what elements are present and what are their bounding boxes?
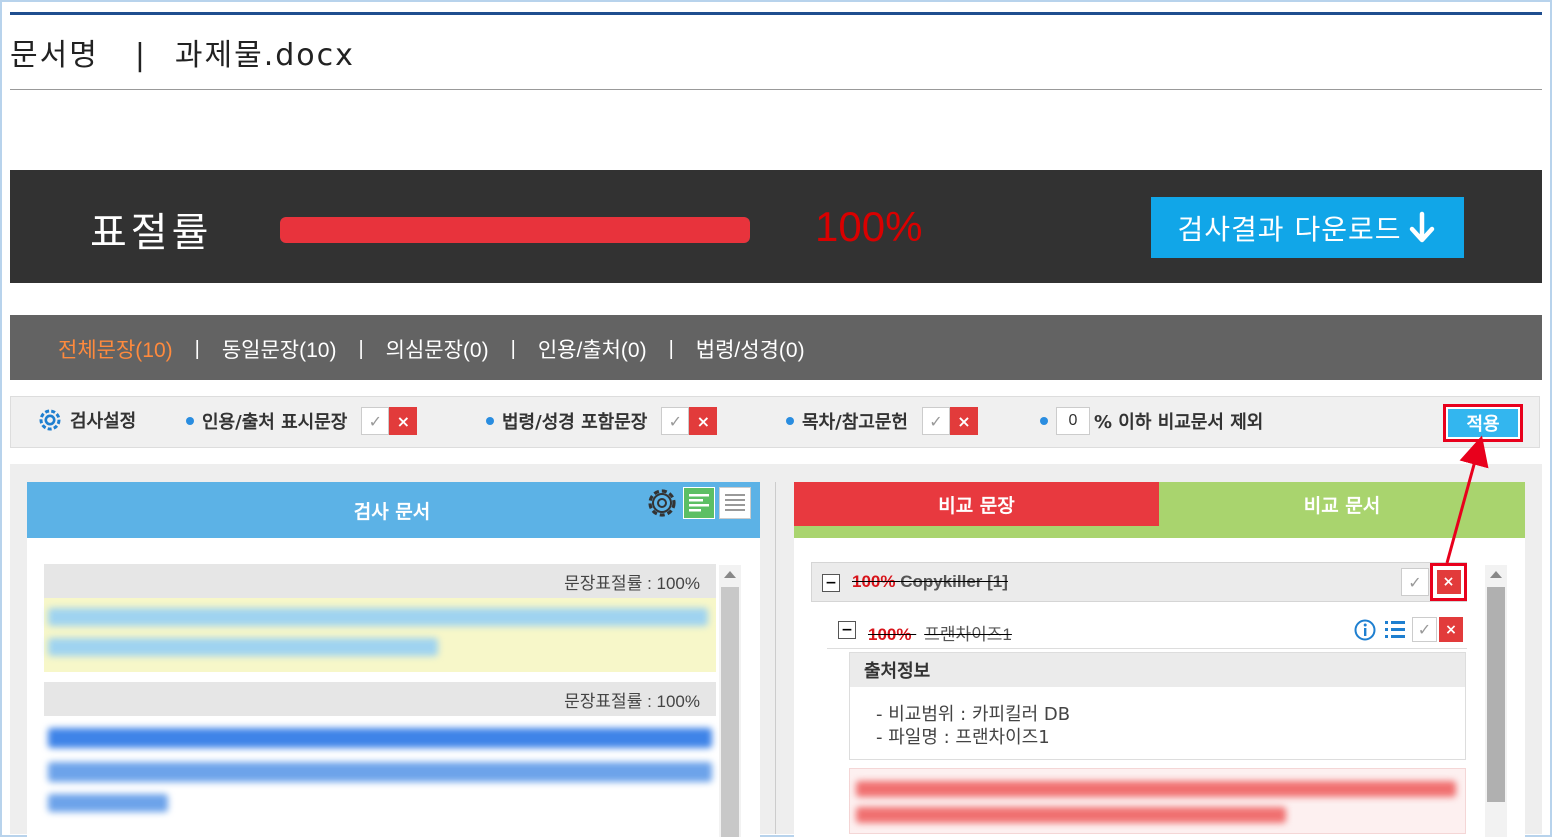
blurred-text <box>856 807 1286 823</box>
source-item-label: 100% 프랜차이즈1 <box>868 620 1012 645</box>
source-group-percent: 100% <box>852 572 896 591</box>
bullet-dot-icon <box>486 417 494 425</box>
blurred-text <box>48 762 712 782</box>
option-law-exclude-button[interactable]: × <box>689 407 718 435</box>
tab-separator: | <box>194 337 200 360</box>
title-separator: | <box>134 38 147 73</box>
document-filename: 과제물.docx <box>174 38 355 73</box>
plagiarism-percent: 100% <box>815 203 923 250</box>
tab-suspicious-sentences[interactable]: 의심문장(0) <box>386 334 489 364</box>
option-law-include-button[interactable]: ✓ <box>661 407 690 435</box>
option-citation-label: 인용/출처 표시문장 <box>202 412 348 433</box>
collapse-item-button[interactable]: − <box>838 621 856 639</box>
option-toc-include-button[interactable]: ✓ <box>921 407 950 435</box>
option-toc-label: 목차/참고문헌 <box>802 412 908 433</box>
download-arrow-icon <box>1410 211 1435 242</box>
group-exclude-button[interactable]: × <box>1436 570 1461 594</box>
scroll-up-arrow-icon[interactable] <box>1490 571 1502 578</box>
left-scrollbar[interactable] <box>719 565 741 837</box>
source-item-name: 프랜차이즈1 <box>924 625 1012 644</box>
lines-icon <box>725 494 745 511</box>
view-plain-button[interactable] <box>719 487 751 519</box>
source-group-label: 100% Copykiller [1] <box>852 572 1008 592</box>
sentence-tabs: 전체문장(10) | 동일문장(10) | 의심문장(0) | 인용/출처(0)… <box>58 334 805 364</box>
blurred-text <box>48 728 712 748</box>
sentence-body-highlighted[interactable] <box>44 598 716 672</box>
group-include-button[interactable]: ✓ <box>1401 568 1429 596</box>
bullet-dot-icon <box>786 417 794 425</box>
align-left-icon <box>689 494 709 512</box>
option-toc: 목차/참고문헌 ✓ × <box>786 407 978 435</box>
panel-divider <box>775 482 776 834</box>
right-scrollbar[interactable] <box>1485 565 1507 837</box>
blurred-text <box>48 608 708 626</box>
scroll-up-arrow-icon[interactable] <box>724 571 736 578</box>
left-scrollbar-thumb[interactable] <box>721 587 739 837</box>
blurred-text <box>48 794 168 812</box>
source-item-percent: 100% <box>868 625 912 644</box>
blurred-text <box>48 638 438 656</box>
item-include-button[interactable]: ✓ <box>1412 617 1437 642</box>
plagiarism-label: 표절률 <box>90 210 213 256</box>
threshold-input[interactable] <box>1056 407 1090 435</box>
tab-law-bible[interactable]: 법령/성경(0) <box>696 334 805 364</box>
tab-compare-sentence[interactable]: 비교 문장 <box>794 482 1159 526</box>
compared-sentence-box[interactable] <box>849 768 1466 834</box>
right-scrollbar-thumb[interactable] <box>1487 587 1505 802</box>
document-title: 문서명 | 과제물.docx <box>10 30 355 74</box>
info-icon[interactable] <box>1354 619 1376 641</box>
tab-citations[interactable]: 인용/출처(0) <box>538 334 647 364</box>
tab-identical-sentences[interactable]: 동일문장(10) <box>222 334 337 364</box>
bullet-dot-icon <box>1040 417 1048 425</box>
download-results-button[interactable]: 검사결과 다운로드 <box>1151 197 1464 258</box>
sentence-rate-header: 문장표절률 : 100% <box>44 682 716 716</box>
top-accent-line <box>10 12 1542 15</box>
sentence-body[interactable] <box>44 716 716 834</box>
blurred-text <box>856 781 1456 797</box>
settings-gear-icon[interactable] <box>645 486 679 520</box>
plagiarism-progress <box>280 217 750 243</box>
gear-icon <box>39 409 61 431</box>
tab-all-sentences[interactable]: 전체문장(10) <box>58 334 173 364</box>
view-highlight-button[interactable] <box>683 487 715 519</box>
option-citation-include-button[interactable]: ✓ <box>361 407 390 435</box>
source-group-name: Copykiller [1] <box>900 572 1008 591</box>
bullet-dot-icon <box>186 417 194 425</box>
source-info-title: 출처정보 <box>850 653 1465 687</box>
option-threshold: % 이하 비교문서 제외 <box>1040 407 1263 435</box>
title-divider <box>10 89 1542 90</box>
group-exclude-highlight-box: × <box>1430 563 1467 601</box>
tab-compare-document[interactable]: 비교 문서 <box>1159 482 1525 526</box>
collapse-group-button[interactable]: − <box>822 574 840 592</box>
list-icon[interactable] <box>1384 619 1406 641</box>
settings-title: 검사설정 <box>38 407 136 433</box>
option-toc-exclude-button[interactable]: × <box>949 407 978 435</box>
apply-button[interactable]: 적용 <box>1448 409 1518 437</box>
tab-separator: | <box>668 337 674 360</box>
option-law-label: 법령/성경 포함문장 <box>502 412 648 433</box>
item-exclude-button[interactable]: × <box>1439 617 1463 642</box>
option-law: 법령/성경 포함문장 ✓ × <box>486 407 718 435</box>
option-citation-exclude-button[interactable]: × <box>389 407 418 435</box>
tab-separator: | <box>510 337 516 360</box>
tab-separator: | <box>358 337 364 360</box>
apply-highlight-box: 적용 <box>1443 404 1523 442</box>
download-label: 검사결과 다운로드 <box>1177 212 1402 246</box>
source-info-filename: - 파일명 : 프랜차이즈1 <box>876 727 1050 748</box>
option-citation: 인용/출처 표시문장 ✓ × <box>186 407 418 435</box>
left-header-tools <box>645 486 751 520</box>
threshold-label: % 이하 비교문서 제외 <box>1094 412 1264 433</box>
plagiarism-progress-fill <box>280 217 750 243</box>
settings-title-text: 검사설정 <box>70 411 137 432</box>
sentence-rate-header: 문장표절률 : 100% <box>44 564 716 598</box>
document-label: 문서명 <box>10 38 99 73</box>
comparison-tab-underline <box>794 526 1525 538</box>
